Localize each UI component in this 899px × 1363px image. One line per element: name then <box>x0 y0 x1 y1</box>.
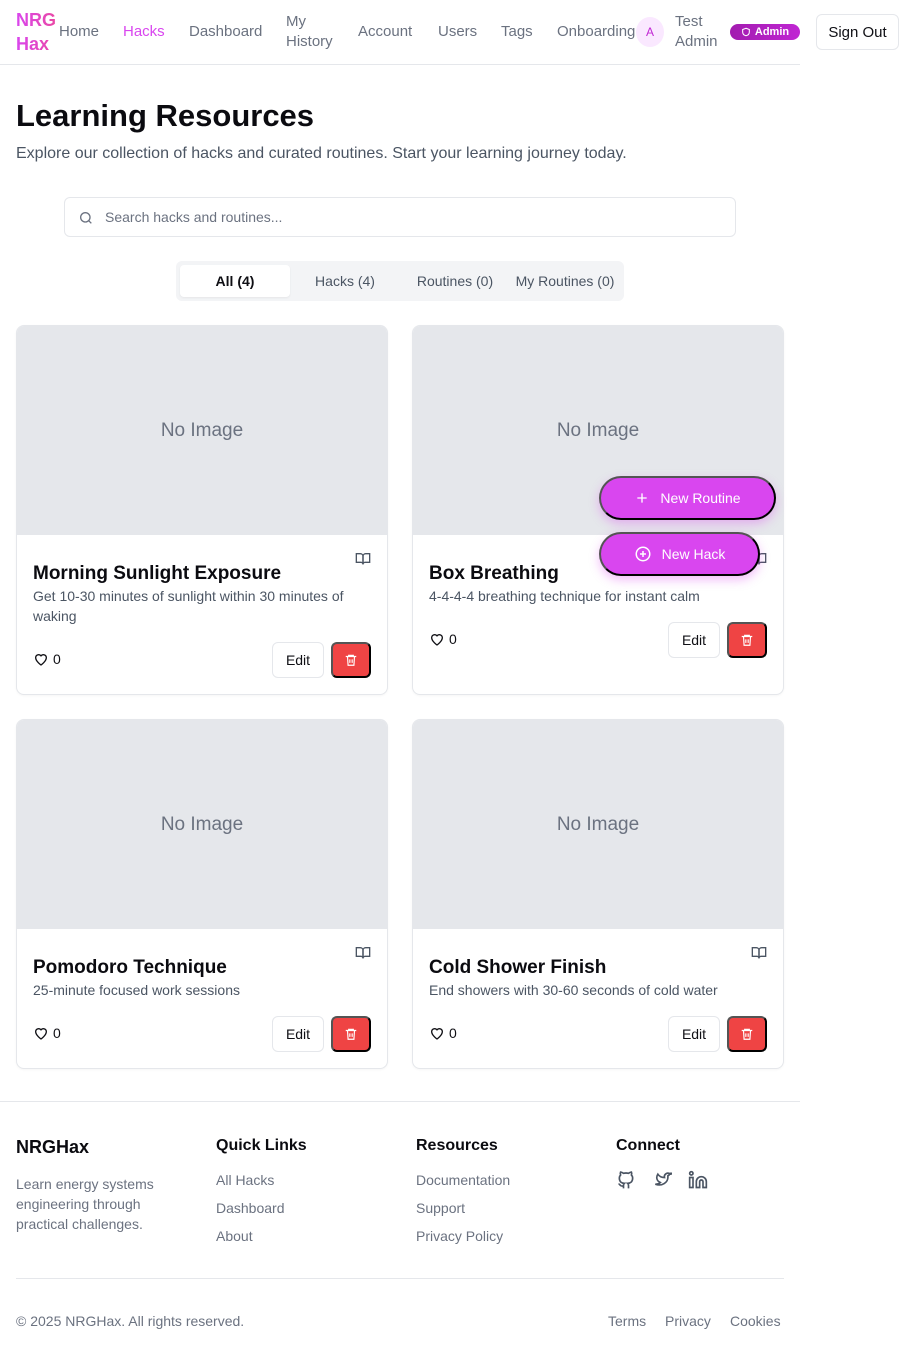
footer-connect-heading: Connect <box>616 1137 680 1154</box>
heart-icon <box>34 654 48 666</box>
sign-out-button[interactable]: Sign Out <box>816 14 899 50</box>
like-button[interactable]: 0 <box>429 631 457 647</box>
user-name: Test Admin <box>675 13 718 50</box>
tab-my-routines[interactable]: My Routines (0) <box>510 265 620 297</box>
footer-bottom-divider <box>16 1278 784 1279</box>
tab-hacks[interactable]: Hacks (4) <box>290 265 400 297</box>
nav-tags[interactable]: Tags <box>501 22 533 42</box>
tab-routines[interactable]: Routines (0) <box>400 265 510 297</box>
footer-link-about[interactable]: About <box>216 1226 253 1246</box>
tab-all[interactable]: All (4) <box>180 265 290 297</box>
page-title: Learning Resources <box>16 98 315 133</box>
footer-quick-links-heading: Quick Links <box>216 1137 307 1154</box>
like-button[interactable]: 0 <box>33 1025 61 1041</box>
card-image-placeholder: No Image <box>17 720 387 929</box>
delete-button[interactable] <box>331 642 371 678</box>
new-hack-label: New Hack <box>661 546 726 562</box>
footer-divider <box>0 1101 800 1102</box>
footer-link-documentation[interactable]: Documentation <box>416 1170 510 1190</box>
footer-link-terms[interactable]: Terms <box>608 1311 646 1331</box>
book-icon[interactable] <box>355 945 371 961</box>
trash-icon <box>741 1028 753 1040</box>
like-count: 0 <box>53 1025 61 1041</box>
card-title[interactable]: Box Breathing <box>429 562 559 586</box>
footer-link-dashboard[interactable]: Dashboard <box>216 1198 285 1218</box>
nav-onboarding[interactable]: Onboarding <box>557 22 635 42</box>
card-description: End showers with 30-60 seconds of cold w… <box>429 982 718 998</box>
footer-link-cookies[interactable]: Cookies <box>730 1311 781 1331</box>
edit-button[interactable]: Edit <box>668 622 720 658</box>
hack-card[interactable]: No Image Morning Sunlight Exposure Get 1… <box>16 325 388 695</box>
footer-link-privacy[interactable]: Privacy <box>665 1311 711 1331</box>
card-title[interactable]: Pomodoro Technique <box>33 956 227 980</box>
card-title[interactable]: Cold Shower Finish <box>429 956 606 980</box>
new-routine-button[interactable]: New Routine <box>599 476 776 520</box>
search-input[interactable] <box>105 198 725 236</box>
card-description: 4-4-4-4 breathing technique for instant … <box>429 588 700 604</box>
footer-link-all-hacks[interactable]: All Hacks <box>216 1170 274 1190</box>
site-header: NRG Hax Home Hacks Dashboard My History … <box>0 0 899 65</box>
nav-hacks[interactable]: Hacks <box>123 22 165 42</box>
like-button[interactable]: 0 <box>33 651 61 667</box>
nav-dashboard[interactable]: Dashboard <box>189 22 262 42</box>
filter-tabs: All (4) Hacks (4) Routines (0) My Routin… <box>176 261 624 301</box>
delete-button[interactable] <box>727 1016 767 1052</box>
footer-link-support[interactable]: Support <box>416 1198 465 1218</box>
avatar[interactable]: A <box>636 17 664 47</box>
nav-account[interactable]: Account <box>358 22 412 42</box>
card-image-placeholder: No Image <box>17 326 387 535</box>
page-subtitle: Explore our collection of hacks and cura… <box>16 145 627 162</box>
delete-button[interactable] <box>331 1016 371 1052</box>
delete-button[interactable] <box>727 622 767 658</box>
edit-button[interactable]: Edit <box>668 1016 720 1052</box>
trash-icon <box>345 1028 357 1040</box>
admin-badge-label: Admin <box>754 26 790 38</box>
plus-circle-icon <box>635 546 651 562</box>
footer-link-privacy-policy[interactable]: Privacy Policy <box>416 1226 503 1246</box>
like-count: 0 <box>53 651 61 667</box>
hack-card[interactable]: No Image Pomodoro Technique 25-minute fo… <box>16 719 388 1069</box>
heart-icon <box>430 634 444 646</box>
card-image-placeholder: No Image <box>413 720 783 929</box>
site-logo[interactable]: NRG Hax <box>16 8 62 56</box>
like-count: 0 <box>449 631 457 647</box>
edit-button[interactable]: Edit <box>272 1016 324 1052</box>
footer-resources-heading: Resources <box>416 1137 498 1154</box>
like-count: 0 <box>449 1025 457 1041</box>
nav-home[interactable]: Home <box>59 22 99 42</box>
hack-card[interactable]: No Image Cold Shower Finish End showers … <box>412 719 784 1069</box>
linkedin-icon[interactable] <box>688 1170 708 1190</box>
search-icon <box>80 212 92 224</box>
book-icon[interactable] <box>355 551 371 567</box>
like-button[interactable]: 0 <box>429 1025 457 1041</box>
twitter-icon[interactable] <box>652 1170 672 1190</box>
footer-tagline: Learn energy systems engineering through… <box>16 1176 154 1232</box>
shield-icon <box>742 27 750 37</box>
footer-brand: NRGHax <box>16 1137 90 1157</box>
github-icon[interactable] <box>616 1170 636 1190</box>
edit-button[interactable]: Edit <box>272 642 324 678</box>
card-description: 25-minute focused work sessions <box>33 982 240 998</box>
admin-badge: Admin <box>730 24 800 40</box>
card-description: Get 10-30 minutes of sunlight within 30 … <box>33 588 344 624</box>
plus-icon <box>637 493 648 503</box>
card-title[interactable]: Morning Sunlight Exposure <box>33 562 281 586</box>
nav-my-history[interactable]: My History <box>286 12 338 52</box>
heart-icon <box>430 1028 444 1040</box>
new-hack-button[interactable]: New Hack <box>599 532 760 576</box>
book-icon[interactable] <box>751 945 767 961</box>
copyright: © 2025 NRGHax. All rights reserved. <box>16 1313 245 1329</box>
search-box <box>64 197 736 237</box>
new-routine-label: New Routine <box>660 490 741 506</box>
heart-icon <box>34 1028 48 1040</box>
nav-users[interactable]: Users <box>438 22 477 42</box>
trash-icon <box>345 654 357 666</box>
trash-icon <box>741 634 753 646</box>
